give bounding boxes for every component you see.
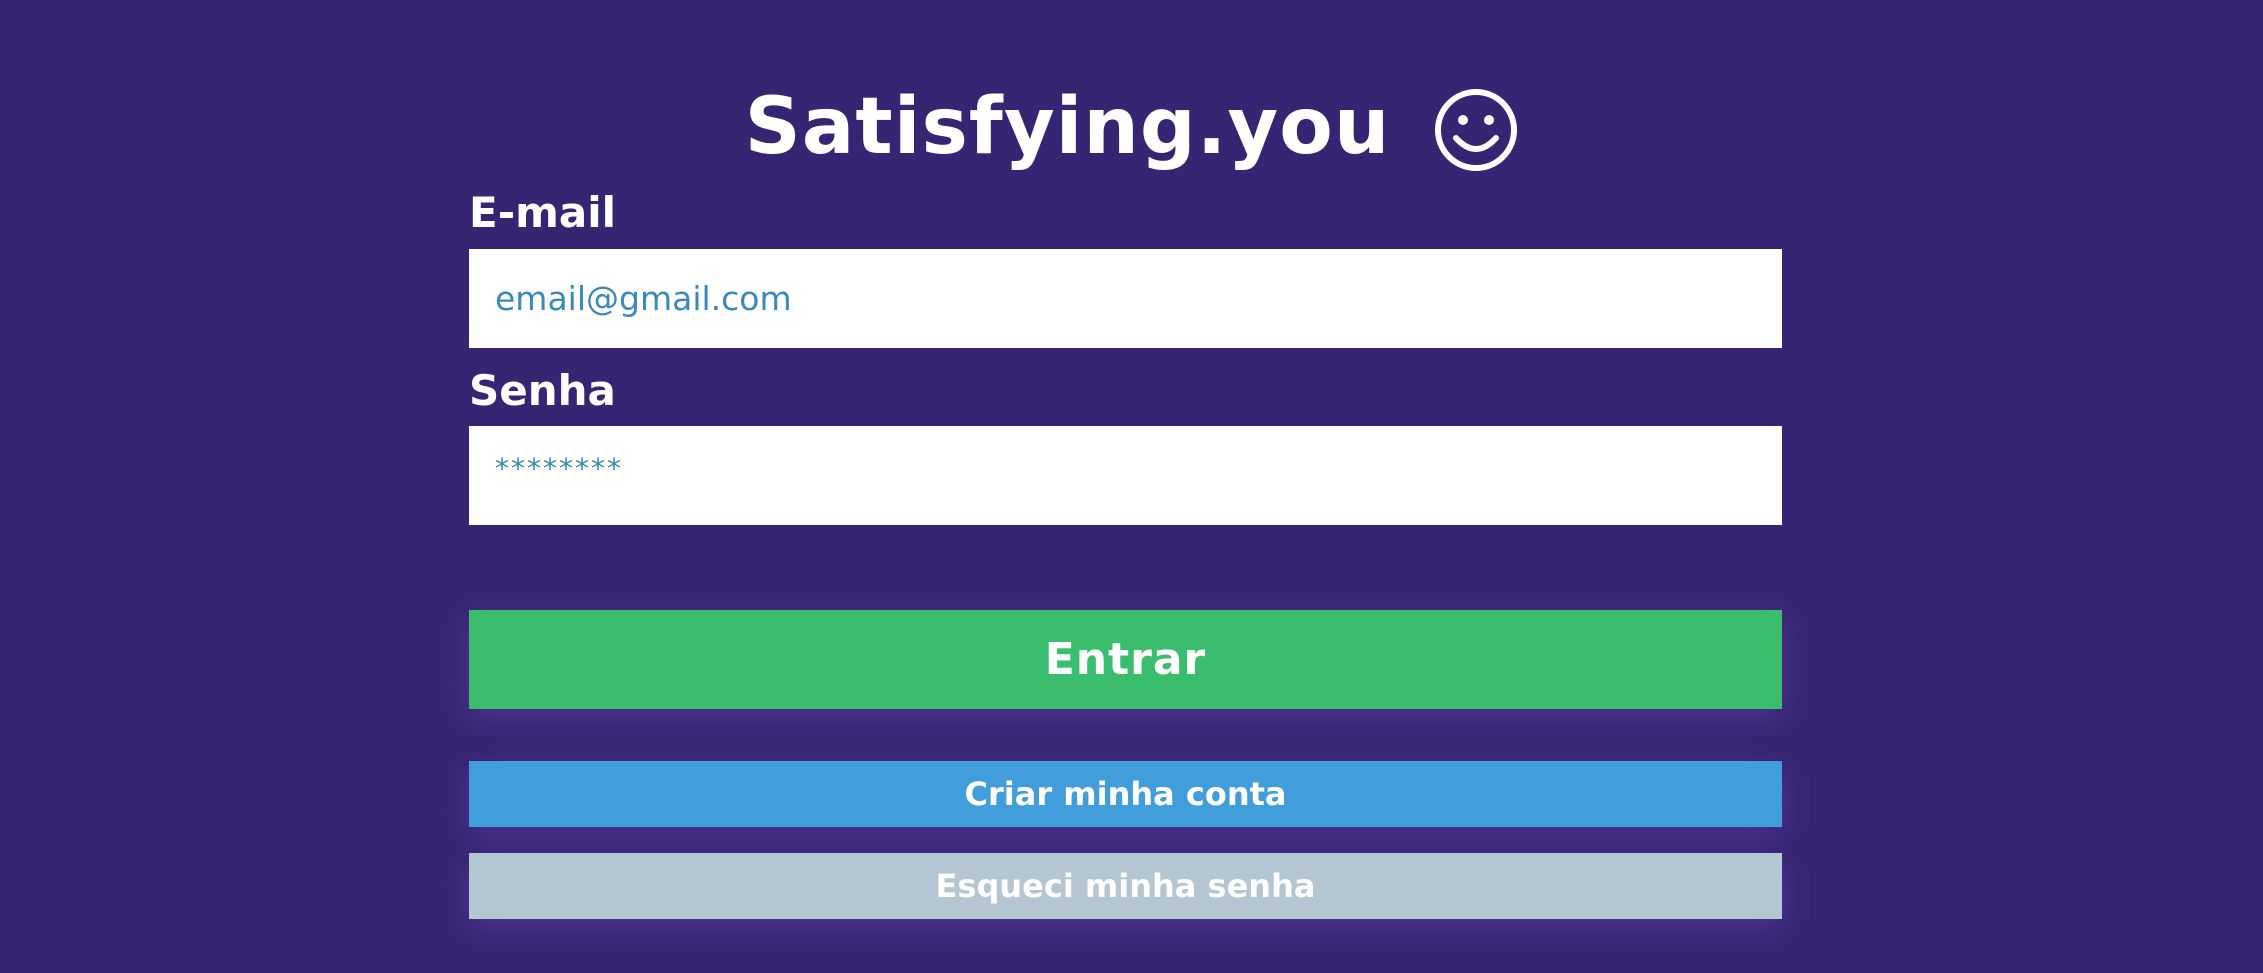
header: Satisfying.you [0, 72, 2263, 182]
email-input[interactable] [469, 249, 1782, 348]
create-account-button[interactable]: Criar minha conta [469, 761, 1782, 827]
smiley-face-icon [1435, 89, 1518, 171]
login-button[interactable]: Entrar [469, 610, 1782, 709]
password-input[interactable] [469, 426, 1782, 525]
app-title: Satisfying.you [744, 82, 1391, 172]
forgot-password-button[interactable]: Esqueci minha senha [469, 853, 1782, 919]
email-label: E-mail [469, 188, 617, 237]
password-label: Senha [469, 366, 616, 415]
